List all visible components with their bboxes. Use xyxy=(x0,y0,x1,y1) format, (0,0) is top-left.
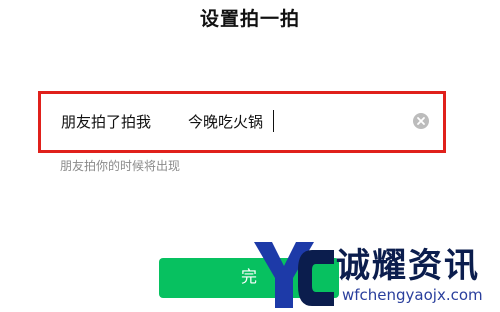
text-cursor xyxy=(273,110,274,132)
nickname-suffix-field[interactable]: 朋友拍了拍我 今晚吃火锅 xyxy=(38,91,446,153)
page-title: 设置拍一拍 xyxy=(199,8,300,30)
hint-text: 朋友拍你的时候将出现 xyxy=(60,159,181,173)
watermark-name: 诚耀资讯 xyxy=(336,246,480,286)
watermark-domain: wfchengyaojx.com xyxy=(342,286,483,304)
suffix-input[interactable]: 今晚吃火锅 xyxy=(188,111,263,132)
input-prefix-label: 朋友拍了拍我 xyxy=(61,113,152,131)
yc-logo-icon xyxy=(254,242,334,308)
clear-icon[interactable] xyxy=(413,113,429,129)
watermark: 诚耀资讯 wfchengyaojx.com xyxy=(250,236,500,312)
